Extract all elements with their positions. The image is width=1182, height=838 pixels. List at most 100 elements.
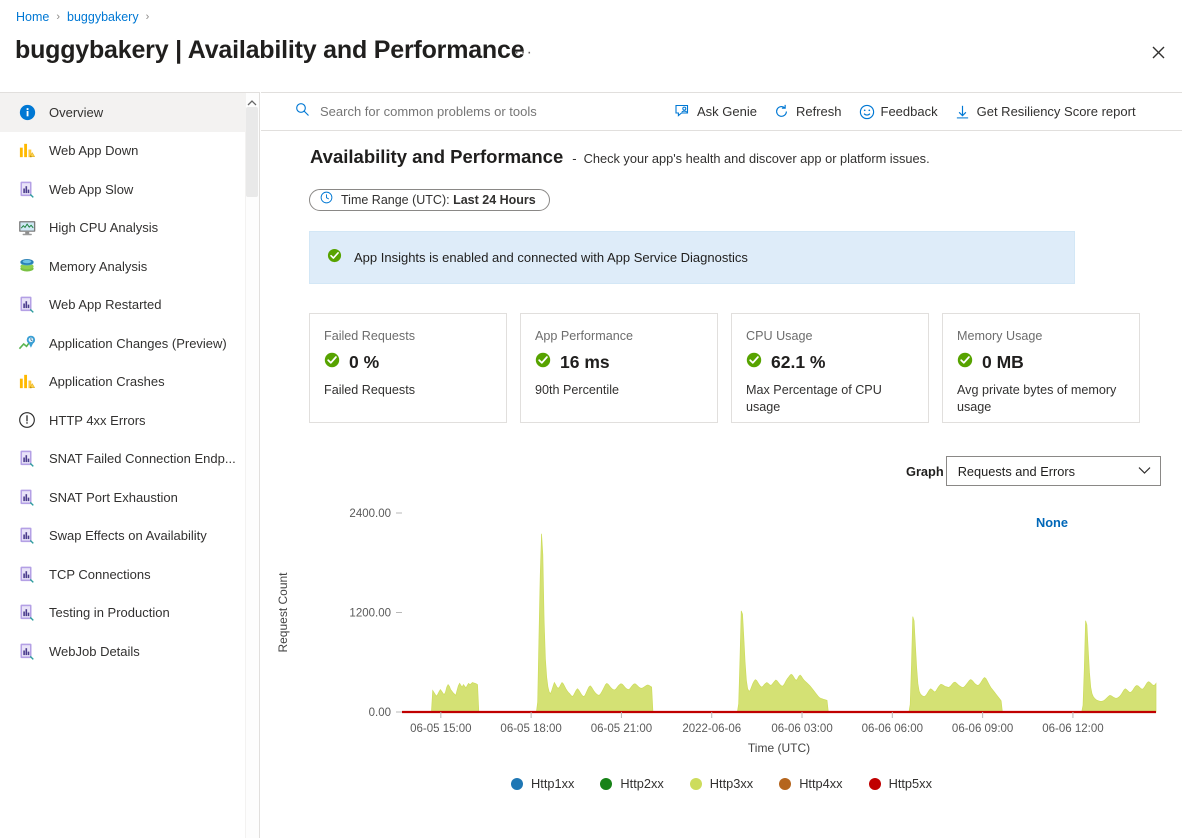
sidebar-item-application-changes-preview[interactable]: Application Changes (Preview) <box>0 324 259 363</box>
exclamation-circle-icon <box>17 410 37 430</box>
sidebar-navigation[interactable]: Overview Web App Down Web App Slow High CPU… <box>0 92 260 838</box>
breadcrumb-separator-icon: › <box>56 11 60 23</box>
sidebar-item-snat-port-exhaustion[interactable]: SNAT Port Exhaustion <box>0 478 259 517</box>
sidebar-item-high-cpu-analysis[interactable]: High CPU Analysis <box>0 209 259 248</box>
command-bar-actions: Ask Genie Refresh <box>675 104 1136 120</box>
sidebar-item-overview[interactable]: Overview <box>0 93 259 132</box>
sidebar-item-label: SNAT Port Exhaustion <box>49 490 178 505</box>
legend-label: Http4xx <box>799 776 842 791</box>
x-axis-tick-label: 06-05 15:00 <box>410 723 471 735</box>
app-insights-status-banner: App Insights is enabled and connected wi… <box>309 231 1075 284</box>
section-subtitle: Check your app's health and discover app… <box>584 151 930 166</box>
legend-color-swatch <box>690 778 702 790</box>
sidebar-scrollbar[interactable] <box>245 93 259 838</box>
scrollbar-thumb[interactable] <box>246 107 258 197</box>
sidebar-item-web-app-down[interactable]: Web App Down <box>0 132 259 171</box>
breadcrumb-item-buggybakery[interactable]: buggybakery <box>67 10 139 24</box>
sidebar-item-label: HTTP 4xx Errors <box>49 413 146 428</box>
x-axis-tick-label: 06-06 06:00 <box>862 723 923 735</box>
refresh-button[interactable]: Refresh <box>774 104 842 120</box>
sidebar-item-label: High CPU Analysis <box>49 220 158 235</box>
section-heading: Availability and Performance - Check you… <box>310 146 930 168</box>
metric-card-title: Memory Usage <box>957 329 1125 343</box>
legend-item-http2xx[interactable]: Http2xx <box>600 776 663 791</box>
search-input[interactable] <box>318 103 588 120</box>
more-options-button[interactable]: ··· <box>514 44 533 62</box>
graph-dropdown-value: Requests and Errors <box>958 464 1075 479</box>
sidebar-item-application-crashes[interactable]: Application Crashes <box>0 363 259 402</box>
x-axis-tick-label: 06-05 18:00 <box>500 723 561 735</box>
metric-card-memory-usage[interactable]: Memory Usage0 MBAvg private bytes of mem… <box>942 313 1140 423</box>
sidebar-item-web-app-slow[interactable]: Web App Slow <box>0 170 259 209</box>
sidebar-item-label: Swap Effects on Availability <box>49 528 207 543</box>
sidebar-item-memory-analysis[interactable]: Memory Analysis <box>0 247 259 286</box>
status-ok-icon <box>957 352 973 373</box>
status-ok-icon <box>324 352 340 373</box>
legend-item-http1xx[interactable]: Http1xx <box>511 776 574 791</box>
legend-item-http4xx[interactable]: Http4xx <box>779 776 842 791</box>
metric-card-title: Failed Requests <box>324 329 492 343</box>
sidebar-item-tcp-connections[interactable]: TCP Connections <box>0 555 259 594</box>
graph-dropdown[interactable]: Requests and Errors <box>946 456 1161 486</box>
sidebar-item-label: Application Crashes <box>49 374 165 389</box>
breadcrumb-separator-icon: › <box>146 11 150 23</box>
x-axis-tick-label: 06-06 03:00 <box>771 723 832 735</box>
time-range-value: Last 24 Hours <box>453 193 536 207</box>
refresh-label: Refresh <box>796 104 842 119</box>
smiley-icon <box>859 104 875 120</box>
metric-card-app-performance[interactable]: App Performance16 ms90th Percentile <box>520 313 718 423</box>
metric-card-failed-requests[interactable]: Failed Requests 0 % Failed Requests <box>309 313 507 423</box>
time-range-label: Time Range (UTC): Last 24 Hours <box>341 193 536 207</box>
sidebar-item-label: TCP Connections <box>49 567 151 582</box>
chart-area-http3xx <box>402 534 1156 712</box>
status-ok-icon <box>535 352 551 373</box>
time-range-prefix: Time Range (UTC): <box>341 193 453 207</box>
clipboard-chart-icon <box>17 487 37 507</box>
legend-item-http5xx[interactable]: Http5xx <box>869 776 932 791</box>
info-icon <box>17 102 37 122</box>
feedback-button[interactable]: Feedback <box>859 104 938 120</box>
sidebar-item-label: Web App Down <box>49 143 138 158</box>
sidebar-item-label: Web App Slow <box>49 182 133 197</box>
x-axis-tick-label: 06-05 21:00 <box>591 723 652 735</box>
time-range-button[interactable]: Time Range (UTC): Last 24 Hours <box>309 189 550 211</box>
requests-and-errors-chart: None 0.001200.002400.00Request Count06-0… <box>261 493 1182 823</box>
sidebar-item-testing-in-production[interactable]: Testing in Production <box>0 594 259 633</box>
y-axis-title: Request Count <box>276 572 290 653</box>
legend-color-swatch <box>779 778 791 790</box>
sidebar-item-snat-failed-connection-endp[interactable]: SNAT Failed Connection Endp... <box>0 440 259 479</box>
metric-card-list: Failed Requests 0 % Failed Requests App Per… <box>309 313 1140 423</box>
refresh-icon <box>774 104 790 120</box>
legend-item-http3xx[interactable]: Http3xx <box>690 776 753 791</box>
legend-label: Http1xx <box>531 776 574 791</box>
x-axis-tick-label: 06-06 12:00 <box>1042 723 1103 735</box>
y-axis-tick-label: 1200.00 <box>349 608 391 620</box>
close-icon[interactable] <box>1144 38 1172 66</box>
clipboard-chart-icon <box>17 449 37 469</box>
chevron-down-icon <box>1138 462 1151 480</box>
breadcrumb: Home › buggybakery › <box>16 10 149 24</box>
sidebar-item-http-4xx-errors[interactable]: HTTP 4xx Errors <box>0 401 259 440</box>
sidebar-item-web-app-restarted[interactable]: Web App Restarted <box>0 286 259 325</box>
metric-card-value-row: 16 ms <box>535 352 703 373</box>
metric-card-description: Max Percentage of CPU usage <box>746 382 914 415</box>
sidebar-item-webjob-details[interactable]: WebJob Details <box>0 632 259 671</box>
metric-card-cpu-usage[interactable]: CPU Usage62.1 %Max Percentage of CPU usa… <box>731 313 929 423</box>
metric-card-title: CPU Usage <box>746 329 914 343</box>
clipboard-chart-icon <box>17 179 37 199</box>
scroll-up-icon[interactable] <box>247 95 257 105</box>
legend-label: Http3xx <box>710 776 753 791</box>
metric-card-description: Failed Requests <box>324 382 492 399</box>
chart-legend: Http1xx Http2xx Http3xx Http4xx Http5xx <box>261 776 1182 791</box>
metric-card-value: 0 % <box>349 352 379 373</box>
ask-genie-icon <box>675 104 691 120</box>
sidebar-item-swap-effects-on-availability[interactable]: Swap Effects on Availability <box>0 517 259 556</box>
search-box[interactable] <box>295 102 615 122</box>
x-axis-title: Time (UTC) <box>748 741 810 755</box>
resiliency-score-label: Get Resiliency Score report <box>977 104 1136 119</box>
get-resiliency-score-report-button[interactable]: Get Resiliency Score report <box>955 104 1136 120</box>
breadcrumb-item-home[interactable]: Home <box>16 10 49 24</box>
ask-genie-button[interactable]: Ask Genie <box>675 104 757 120</box>
metric-card-value-row: 0 % <box>324 352 492 373</box>
legend-color-swatch <box>600 778 612 790</box>
